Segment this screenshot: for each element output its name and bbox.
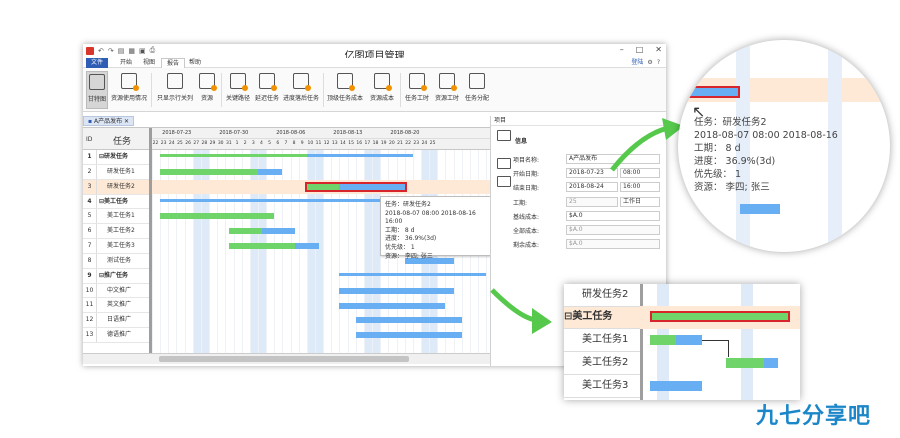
zoom-tooltip-text: 任务：研发任务2 2018-08-07 08:00 2018-08-16 工期：… <box>694 117 838 193</box>
zoom-row: ⊟美工任务 <box>564 306 640 329</box>
zoom-task-bar <box>684 86 740 98</box>
zoom-rows-callout: 研发任务2 ⊟美工任务 美工任务1 美工任务2 美工任务3 <box>564 284 800 400</box>
zoom-row: 美工任务3 <box>564 375 640 398</box>
site-watermark: 九七分享吧 <box>756 404 872 429</box>
zoom-summary-bar <box>650 311 790 322</box>
arrow-up <box>610 125 669 172</box>
zoom-bar-task3 <box>650 381 702 391</box>
zoom-row: 美工任务1 <box>564 329 640 352</box>
zoom-row: 研发任务2 <box>564 284 640 307</box>
zoom-tooltip-callout: ↖ 任务：研发任务2 2018-08-07 08:00 2018-08-16 工… <box>678 40 890 252</box>
zoom-bar-task1 <box>650 335 702 345</box>
arrow-down <box>490 288 537 323</box>
zoom-row: 美工任务2 <box>564 352 640 375</box>
zoom-column <box>741 284 753 400</box>
arrow-down-head <box>532 308 552 334</box>
zoom-link-line <box>702 340 729 357</box>
zoom-bar-task2 <box>726 358 778 368</box>
zoom-next-bar <box>740 204 780 214</box>
zoom-splitter <box>640 284 643 400</box>
